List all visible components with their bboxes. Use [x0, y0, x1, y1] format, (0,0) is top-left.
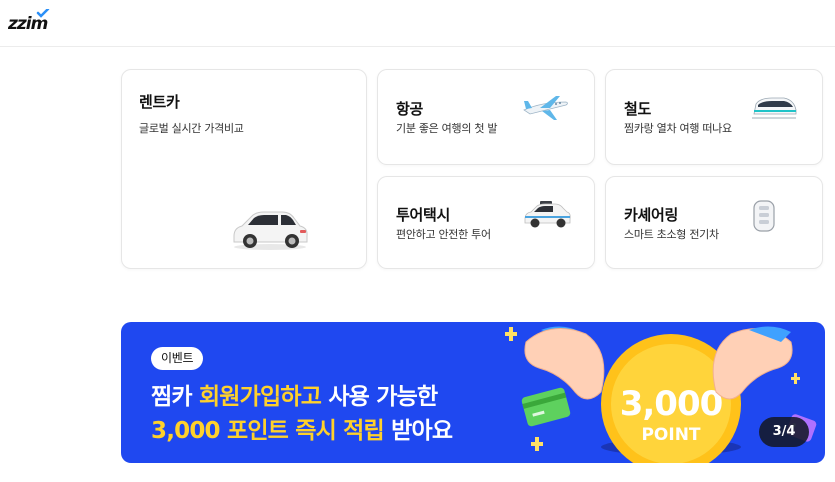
service-subtitle: 찜카랑 열차 여행 떠나요	[624, 122, 732, 135]
airplane-icon	[523, 96, 568, 120]
service-subtitle: 편안하고 안전한 투어	[396, 228, 491, 241]
zzim-logo[interactable]: zzim	[8, 9, 58, 33]
service-title: 카셰어링	[624, 206, 679, 224]
service-title: 투어택시	[396, 206, 451, 224]
service-subtitle: 글로벌 실시간 가격비교	[139, 122, 244, 135]
service-card-carsharing[interactable]: 카셰어링 스마트 초소형 전기차	[605, 176, 823, 269]
service-title: 렌트카	[139, 93, 180, 111]
service-subtitle: 기분 좋은 여행의 첫 발	[396, 122, 498, 135]
taxi-icon	[524, 201, 571, 228]
train-icon	[752, 97, 797, 119]
white-car-icon	[233, 211, 308, 250]
service-card-tour-taxi[interactable]: 투어택시 편안하고 안전한 투어	[377, 176, 595, 269]
event-banner[interactable]: 이벤트 찜카 회원가입하고 사용 가능한 3,000 포인트 즉시 적립 받아요…	[121, 322, 825, 463]
banner-pager[interactable]: 3/4	[759, 417, 809, 447]
banner-headline-2: 3,000 포인트 즉시 적립 받아요	[151, 418, 453, 444]
service-title: 항공	[396, 100, 424, 118]
service-card-rail[interactable]: 철도 찜카랑 열차 여행 떠나요	[605, 69, 823, 165]
service-title: 철도	[624, 100, 652, 118]
service-card-rentcar[interactable]: 렌트카 글로벌 실시간 가격비교	[121, 69, 367, 269]
coin-unit: POINT	[641, 425, 700, 445]
banner-headline-1: 찜카 회원가입하고 사용 가능한	[151, 384, 438, 410]
coin-amount: 3,000	[620, 384, 723, 424]
event-badge: 이벤트	[151, 347, 204, 370]
car-key-icon	[753, 200, 775, 232]
top-bar: zzim	[0, 0, 835, 47]
service-subtitle: 스마트 초소형 전기차	[624, 228, 719, 241]
service-card-airline[interactable]: 항공 기분 좋은 여행의 첫 발	[377, 69, 595, 165]
